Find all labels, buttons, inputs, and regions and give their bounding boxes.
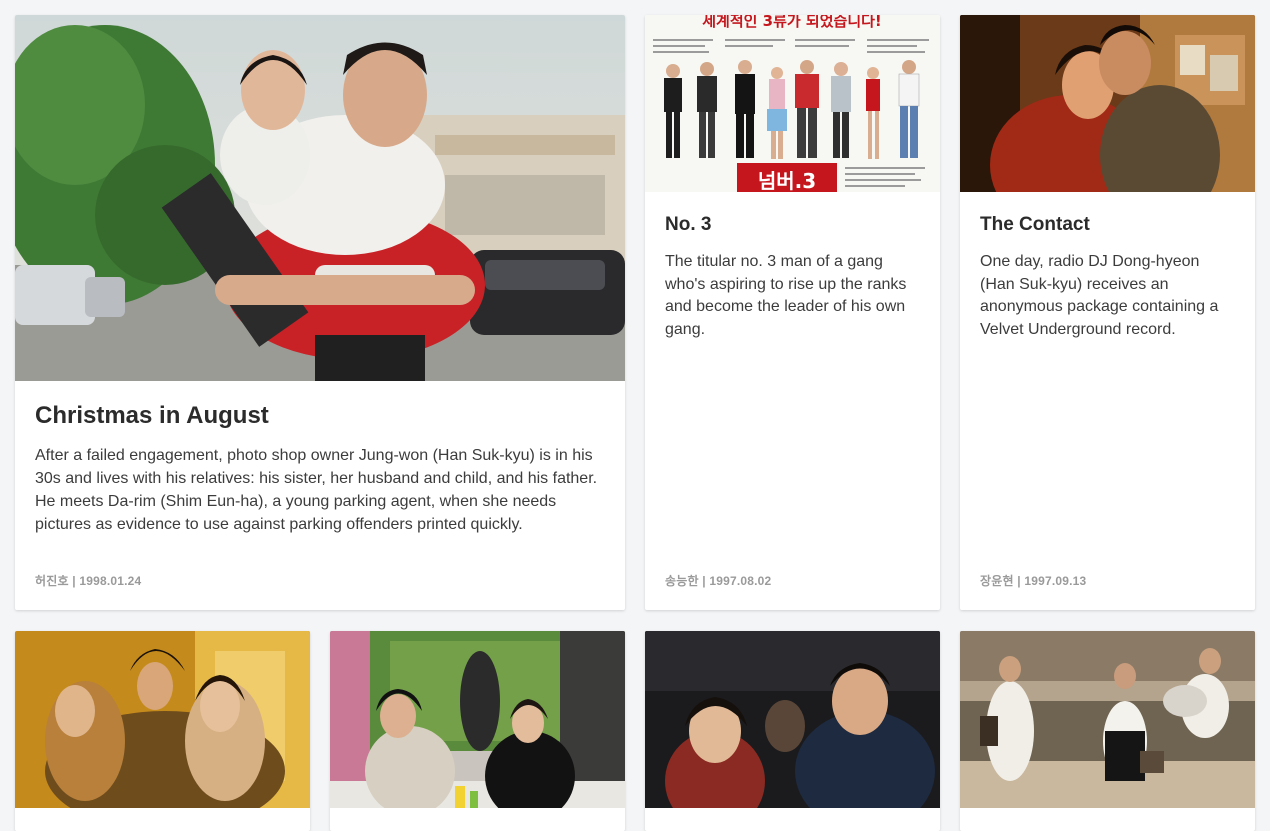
card-body: The Contact One day, radio DJ Dong-hyeon… xyxy=(980,212,1235,341)
movie-meta: 허진호 | 1998.01.24 xyxy=(35,574,142,588)
movie-card[interactable]: The Contact One day, radio DJ Dong-hyeon… xyxy=(960,15,1255,610)
movie-card[interactable] xyxy=(330,631,625,831)
movie-card[interactable] xyxy=(960,631,1255,831)
movie-description: After a failed engagement, photo shop ow… xyxy=(35,447,598,533)
movie-meta: 장윤현 | 1997.09.13 xyxy=(980,574,1087,588)
movie-still xyxy=(330,631,625,808)
card-body: Christmas in August After a failed engag… xyxy=(35,401,605,536)
movie-still xyxy=(15,631,310,808)
card-body: No. 3 The titular no. 3 man of a gang wh… xyxy=(665,212,920,341)
movie-title: The Contact xyxy=(980,214,1090,235)
poster-logo: 넘버.3 xyxy=(758,169,816,192)
movie-still xyxy=(960,631,1255,808)
poster-headline: 세계적인 3류가 되었습니다! xyxy=(702,15,882,30)
movie-still xyxy=(960,15,1255,192)
movie-card[interactable] xyxy=(645,631,940,831)
movie-card-grid: Christmas in August After a failed engag… xyxy=(0,0,1270,831)
movie-meta: 송능한 | 1997.08.02 xyxy=(665,574,772,588)
movie-title: No. 3 xyxy=(665,214,712,235)
movie-description: The titular no. 3 man of a gang who's as… xyxy=(665,253,907,338)
movie-description: One day, radio DJ Dong-hyeon (Han Suk-ky… xyxy=(980,253,1219,338)
movie-still xyxy=(645,631,940,808)
movie-card[interactable]: Christmas in August After a failed engag… xyxy=(15,15,625,610)
movie-title: Christmas in August xyxy=(35,402,269,429)
movie-still xyxy=(15,15,625,381)
movie-card[interactable]: 세계적인 3류가 되었습니다! 넘버.3 No. 3 The titular n… xyxy=(645,15,940,610)
movie-card[interactable] xyxy=(15,631,310,831)
movie-poster: 세계적인 3류가 되었습니다! 넘버.3 xyxy=(645,15,940,192)
